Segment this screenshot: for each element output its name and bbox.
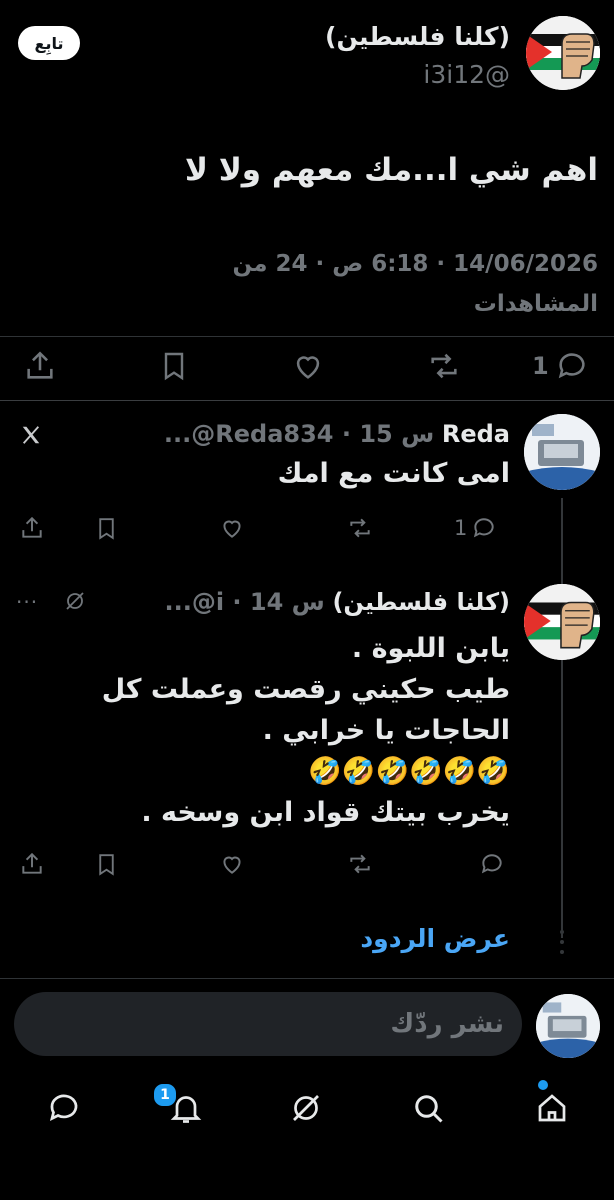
handle[interactable]: @i3i12 [423,60,510,89]
bookmark-icon[interactable] [90,848,122,880]
avatar[interactable] [524,584,600,660]
reply-input-placeholder[interactable]: نشر ردّك [390,1009,504,1039]
timestamp-views[interactable]: 14/06/2026 · 6:18 ص · 24 من [233,244,598,284]
follow-button[interactable]: تابِع [18,26,80,60]
reply-count: 1 [454,516,468,540]
tweet-line: الحاجات يا خرابي . [262,715,510,746]
tweet-text: امى كانت مع امك [277,458,510,489]
like-icon[interactable] [216,512,248,544]
reply-action[interactable]: 1 [454,512,497,544]
tweet-line: طيب حكيني رقصت وعملت كل [101,674,510,705]
display-name[interactable]: (كلنا فلسطين) [332,588,510,616]
search-icon[interactable] [406,1086,450,1130]
display-name[interactable]: (كلنا فلسطين) [325,22,510,51]
tweet-line: يابن اللبوة . [351,633,510,664]
reply-icon [558,353,585,379]
share-icon[interactable] [16,848,48,880]
tweet-header: (كلنا فلسطين) ...@i · 14 س [165,588,511,616]
more-options-icon[interactable]: ··· [16,590,38,614]
views-label: المشاهدات [473,291,598,317]
grok-icon[interactable] [60,586,90,616]
handle-time[interactable]: ...@Reda834 · 15 س [164,420,434,448]
tweet-text: يابن اللبوة . طيب حكيني رقصت وعملت كل ال… [102,628,510,833]
like-icon[interactable] [288,346,328,386]
reply-count: 1 [532,352,549,380]
show-replies-link[interactable]: عرض الردود [360,924,510,953]
bookmark-icon[interactable] [154,346,194,386]
retweet-icon[interactable] [424,346,464,386]
device-photo-icon [536,994,600,1058]
palestine-fist-icon [526,16,600,90]
x-logo-icon [16,420,46,450]
avatar[interactable] [526,16,600,90]
messages-icon[interactable] [42,1086,86,1130]
composer-avatar [536,994,600,1058]
share-icon[interactable] [20,346,60,386]
tweet-text: اهم شي ا...مك معهم ولا لا [184,152,598,188]
tweet-meta: 14/06/2026 · 6:18 ص · 24 من المشاهدات [233,244,598,324]
share-icon[interactable] [16,512,48,544]
handle-time[interactable]: ...@i · 14 س [165,588,325,616]
display-name[interactable]: Reda [442,420,510,448]
device-photo-icon [524,414,600,490]
bookmark-icon[interactable] [90,512,122,544]
reply-icon[interactable] [476,848,508,880]
like-icon[interactable] [216,848,248,880]
tweet-header: Reda ...@Reda834 · 15 س [164,420,510,448]
emoji-line: 🤣🤣🤣🤣🤣🤣 [308,756,510,787]
tweet-line: يخرب بيتك قواد ابن وسخه . [141,797,510,828]
reply-composer[interactable]: نشر ردّك [14,992,522,1056]
reply-action[interactable]: 1 [532,346,589,386]
grok-icon[interactable] [284,1086,328,1130]
reply-icon [474,518,494,538]
retweet-icon[interactable] [344,512,376,544]
avatar[interactable] [524,414,600,490]
palestine-fist-icon [524,584,600,660]
home-unread-dot [538,1080,548,1090]
retweet-icon[interactable] [344,848,376,880]
notification-badge: 1 [152,1082,178,1108]
home-icon[interactable] [530,1086,574,1130]
